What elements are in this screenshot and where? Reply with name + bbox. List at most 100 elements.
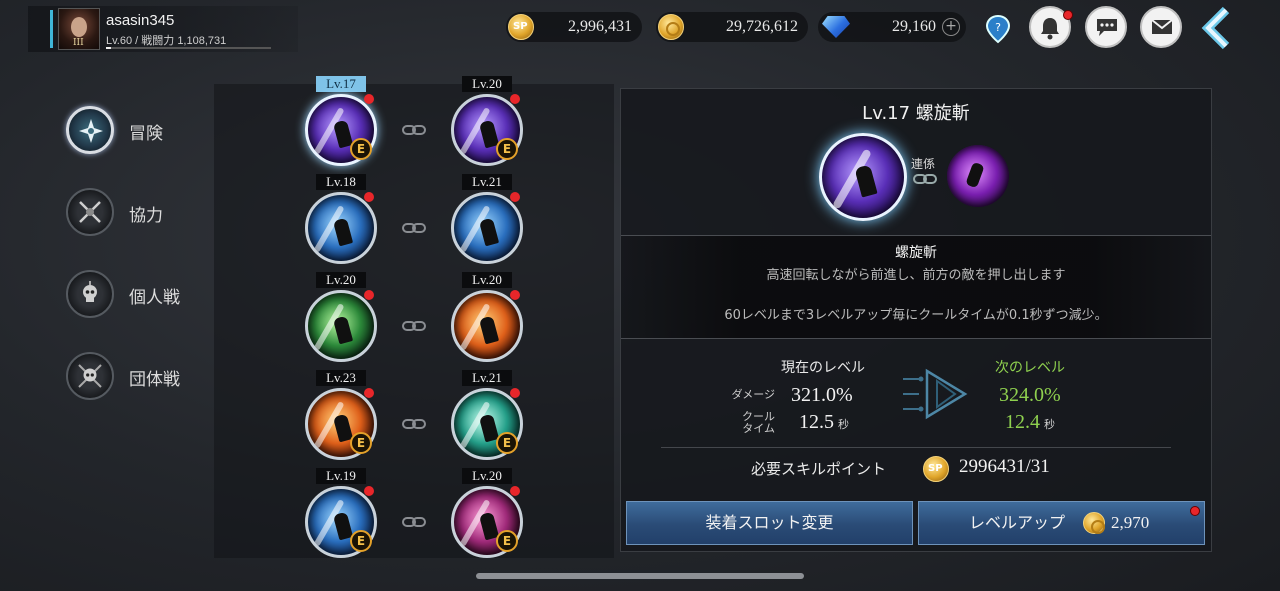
nav-label: 冒険 xyxy=(129,124,163,144)
compass-icon xyxy=(79,119,103,143)
top-bar: III asasin345 Lv.60 / 戦闘力 1,108,731 2,99… xyxy=(0,0,1280,56)
description-line-1: 高速回転しながら前進し、前方の敵を押し出します xyxy=(766,268,1066,283)
skill-art-figure xyxy=(478,217,500,247)
notification-dot xyxy=(510,94,520,104)
damage-label: ダメージ xyxy=(731,388,775,401)
next-cooltime-value: 12.4 xyxy=(1005,411,1040,433)
equipped-badge: E xyxy=(350,432,372,454)
rank-badge: III xyxy=(73,38,84,48)
required-value: 2996431/31 xyxy=(959,456,1050,477)
map-pin-icon: ? xyxy=(985,14,1011,44)
cooltime-label-2: タイム xyxy=(742,422,775,435)
next-level-header: 次のレベル xyxy=(995,360,1065,376)
skill-level-label: Lv.19 xyxy=(316,468,366,484)
add-gems-icon[interactable]: + xyxy=(942,18,960,36)
gold-coin-icon xyxy=(1083,512,1105,534)
player-name: asasin345 xyxy=(106,12,175,29)
chain-link-icon xyxy=(913,174,937,184)
level-up-button[interactable]: レベルアップ 2,970 xyxy=(918,501,1205,545)
skill-art-figure xyxy=(854,164,878,198)
skill-slot[interactable]: Lv.20 E xyxy=(448,76,524,166)
sp-currency[interactable]: 2,996,431 xyxy=(506,12,642,42)
level-arrow-icon xyxy=(903,368,968,420)
nav-adventure[interactable]: 冒険 xyxy=(62,102,202,162)
bell-icon xyxy=(1041,18,1059,40)
equipped-badge: E xyxy=(496,432,518,454)
notification-dot xyxy=(364,192,374,202)
nav-team-battle[interactable]: 団体戦 xyxy=(62,348,202,408)
skill-slot[interactable]: Lv.21 xyxy=(448,174,524,264)
skill-level-label: Lv.20 xyxy=(462,272,512,288)
sp-coin-icon xyxy=(508,14,534,40)
gold-coin-icon xyxy=(658,14,684,40)
location-button[interactable]: ? xyxy=(976,6,1018,48)
description-line-2: 60レベルまで3レベルアップ毎にクールタイムが0.1秒ずつ減少。 xyxy=(724,308,1108,323)
gold-currency[interactable]: 29,726,612 xyxy=(656,12,808,42)
notifications-button[interactable] xyxy=(1029,6,1073,48)
skill-slot[interactable]: Lv.18 xyxy=(302,174,378,264)
seconds-unit: 秒 xyxy=(1044,418,1055,431)
equipped-badge: E xyxy=(496,530,518,552)
seconds-unit: 秒 xyxy=(838,418,849,431)
notification-dot xyxy=(364,94,374,104)
chat-button[interactable] xyxy=(1085,6,1127,48)
notification-dot xyxy=(510,486,520,496)
skill-title: Lv.17 螺旋斬 xyxy=(862,103,970,124)
level-up-label: レベルアップ xyxy=(969,513,1066,532)
skill-level-label: Lv.23 xyxy=(316,370,366,386)
profile-accent xyxy=(50,10,53,48)
nav-label: 協力 xyxy=(129,206,163,226)
skill-slot[interactable]: Lv.20 xyxy=(448,272,524,362)
nav-medal xyxy=(66,106,114,154)
skill-icon xyxy=(451,192,523,264)
sp-coin-icon xyxy=(923,456,949,482)
back-button[interactable] xyxy=(1196,6,1236,50)
skill-level-label: Lv.20 xyxy=(316,272,366,288)
level-up-cost: 2,970 xyxy=(1111,513,1150,532)
skill-slot[interactable]: Lv.21 E xyxy=(448,370,524,460)
skill-slot[interactable]: Lv.23 E xyxy=(302,370,378,460)
skill-level-label: Lv.21 xyxy=(462,370,512,386)
required-skill-points: 必要スキルポイント 2996431/31 xyxy=(621,454,1211,484)
player-level-power: Lv.60 / 戦闘力 1,108,731 xyxy=(106,35,227,47)
avatar[interactable]: III xyxy=(58,8,100,50)
next-cooltime: 12.4 秒 xyxy=(1005,411,1055,434)
mail-button[interactable] xyxy=(1140,6,1182,48)
nav-cooperation[interactable]: 協力 xyxy=(62,184,202,244)
exp-bar-fill xyxy=(106,47,111,49)
chain-link-icon xyxy=(402,223,426,233)
skill-level-label: Lv.21 xyxy=(462,174,512,190)
divider xyxy=(661,447,1171,448)
skill-level-label: Lv.17 xyxy=(316,76,366,92)
home-indicator[interactable] xyxy=(476,573,804,579)
nav-medal xyxy=(66,352,114,400)
skill-slot[interactable]: Lv.19 E xyxy=(302,468,378,558)
skill-icon xyxy=(305,290,377,362)
skill-detail-panel: Lv.17 螺旋斬 連係 螺旋斬 高速回転しながら前進し、前方の敵を押し出します… xyxy=(620,88,1212,552)
notification-dot xyxy=(364,388,374,398)
notification-dot xyxy=(1190,506,1200,516)
avatar-face xyxy=(71,17,87,37)
equipped-badge: E xyxy=(496,138,518,160)
gem-icon xyxy=(822,16,850,38)
skill-level-label: Lv.20 xyxy=(462,468,512,484)
required-label: 必要スキルポイント xyxy=(751,460,887,478)
nav-label: 団体戦 xyxy=(129,370,180,390)
player-profile[interactable]: III asasin345 Lv.60 / 戦闘力 1,108,731 xyxy=(28,6,298,52)
skill-level-label: Lv.18 xyxy=(316,174,366,190)
exp-bar xyxy=(106,47,271,49)
notification-dot xyxy=(510,388,520,398)
equipped-badge: E xyxy=(350,530,372,552)
nav-solo-battle[interactable]: 個人戦 xyxy=(62,266,202,326)
back-chevron-icon xyxy=(1201,6,1230,50)
skill-slot[interactable]: Lv.20 xyxy=(302,272,378,362)
skull-crossbones-icon xyxy=(78,364,102,388)
linked-skill-icon[interactable] xyxy=(947,145,1009,207)
skill-name: 螺旋斬 xyxy=(895,245,937,261)
skill-slot[interactable]: Lv.17 E xyxy=(302,76,378,166)
skill-slot[interactable]: Lv.20 E xyxy=(448,468,524,558)
equip-slot-button[interactable]: 装着スロット変更 xyxy=(626,501,913,545)
gem-currency[interactable]: 29,160 + xyxy=(818,12,966,42)
skill-art-figure xyxy=(332,217,354,247)
chain-link-icon xyxy=(402,517,426,527)
